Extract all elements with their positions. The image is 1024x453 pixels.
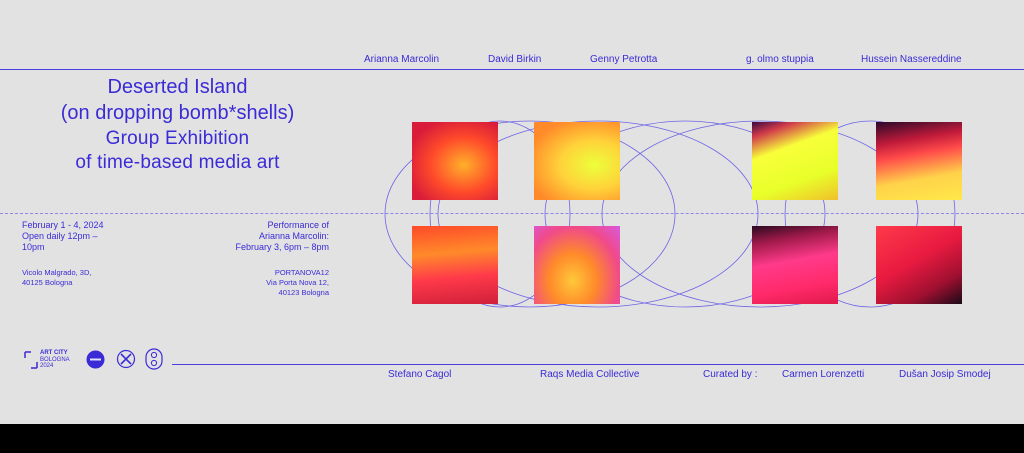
address-line: 40125 Bologna	[22, 278, 73, 287]
video-still-image	[412, 122, 498, 200]
exhibition-type: Group Exhibition	[105, 128, 250, 149]
logo-text: ART CITY	[40, 350, 68, 356]
center-dashed-rule	[0, 213, 1024, 214]
logo-text: 2024	[40, 363, 54, 369]
artist-name: Hussein Nassereddine	[861, 54, 962, 65]
performance-venue: PORTANOVA12 Via Porta Nova 12, 40123 Bol…	[210, 268, 329, 298]
exhibition-subtitle: (on dropping bomb*shells)	[60, 102, 295, 124]
bottom-rule	[172, 364, 1024, 365]
top-rule	[0, 69, 1024, 70]
video-still-image	[876, 226, 962, 304]
art-city-mark-icon	[24, 351, 38, 369]
hours-line: Open daily 12pm –	[22, 231, 98, 241]
video-still-image	[876, 122, 962, 200]
video-still-image	[752, 122, 838, 200]
address-line: 40123 Bologna	[278, 288, 329, 297]
performance-line: February 3, 6pm – 8pm	[235, 242, 329, 252]
art-city-wordmark: ART CITY BOLOGNA 2024	[40, 350, 70, 370]
video-still-image	[412, 226, 498, 304]
video-still-image	[752, 226, 838, 304]
performance-line: Performance of	[267, 220, 329, 230]
curator-name: Carmen Lorenzetti	[782, 369, 865, 380]
art-city-bologna-logo: ART CITY BOLOGNA 2024	[24, 350, 86, 370]
artist-name: Stefano Cagol	[388, 369, 452, 380]
dates-line: February 1 - 4, 2024	[22, 220, 104, 230]
hours-line: 10pm	[22, 242, 45, 252]
performance-block: Performance of Arianna Marcolin: Februar…	[210, 220, 329, 253]
artist-name: g. olmo stuppia	[746, 54, 814, 65]
artist-name: Raqs Media Collective	[540, 369, 640, 380]
artist-name: Arianna Marcolin	[364, 54, 440, 65]
address-line: Vicolo Malgrado, 3D,	[22, 268, 92, 277]
dates-block: February 1 - 4, 2024 Open daily 12pm – 1…	[22, 220, 104, 253]
curator-name: Dušan Josip Smodej	[899, 369, 991, 380]
video-still-image	[534, 226, 620, 304]
exhibition-type-detail: of time-based media art	[75, 152, 280, 173]
video-still-image	[534, 122, 620, 200]
address-line: Via Porta Nova 12,	[266, 278, 329, 287]
address-line: PORTANOVA12	[274, 268, 329, 277]
artist-name: David Birkin	[488, 54, 542, 65]
curated-by-label: Curated by :	[703, 369, 758, 380]
crossed-circle-icon	[116, 349, 136, 369]
exhibition-poster: Arianna Marcolin David Birkin Genny Petr…	[0, 0, 1024, 424]
artist-name: Genny Petrotta	[590, 54, 658, 65]
double-circle-icon	[145, 348, 163, 370]
venue-address: Vicolo Malgrado, 3D, 40125 Bologna	[22, 268, 91, 288]
performance-line: Arianna Marcolin:	[258, 231, 329, 241]
exhibition-title: Deserted Island	[107, 76, 248, 98]
circle-badge-icon	[86, 350, 105, 369]
